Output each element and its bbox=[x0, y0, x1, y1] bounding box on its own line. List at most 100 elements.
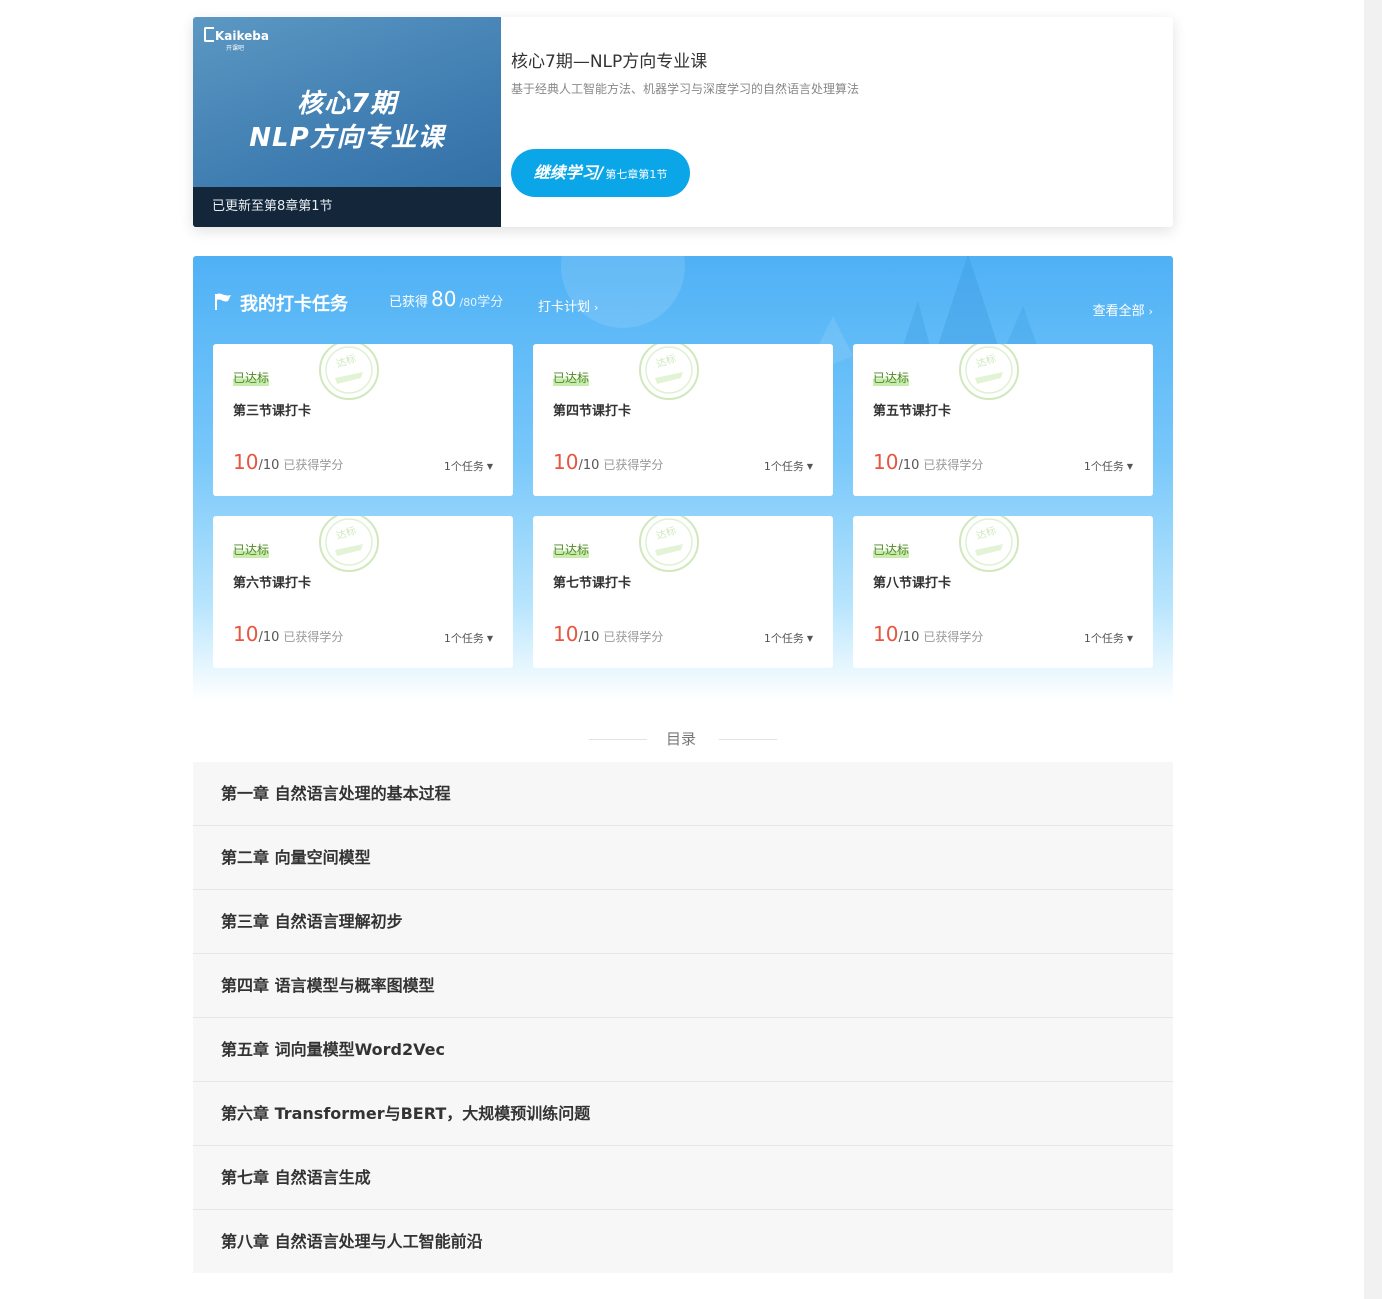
checkin-task-card[interactable]: 达标已达标第七节课打卡 10/10 已获得学分 1个任务 ▼ bbox=[533, 516, 833, 668]
checkin-task-card[interactable]: 达标已达标第八节课打卡 10/10 已获得学分 1个任务 ▼ bbox=[853, 516, 1153, 668]
caret-down-icon: ▼ bbox=[1126, 462, 1133, 471]
task-name: 第三节课打卡 bbox=[233, 404, 312, 419]
chapter-item[interactable]: 第五章 词向量模型Word2Vec bbox=[193, 1018, 1173, 1082]
task-score-total: /10 bbox=[578, 458, 600, 473]
checkin-task-card[interactable]: 达标已达标第六节课打卡 10/10 已获得学分 1个任务 ▼ bbox=[213, 516, 513, 668]
score-total: 80 bbox=[463, 296, 478, 309]
brand-k-icon bbox=[204, 27, 214, 42]
task-score-label: 已获得学分 bbox=[923, 458, 984, 472]
achieved-stamp-icon: 达标 bbox=[639, 344, 699, 400]
task-status-badge: 已达标 bbox=[553, 541, 590, 558]
task-name: 第六节课打卡 bbox=[233, 576, 312, 591]
task-score-earned: 10 bbox=[873, 450, 899, 474]
task-score: 10/10 已获得学分 bbox=[553, 450, 663, 474]
checkin-panel: 我的打卡任务 已获得 80/80学分 打卡计划 › 查看全部 › 达标 已达标 第三节课打… bbox=[193, 256, 1173, 700]
checkin-task-card[interactable]: 达标已达标第四节课打卡 10/10 已获得学分 1个任务 ▼ bbox=[533, 344, 833, 496]
toc-header: 目录 bbox=[0, 729, 1366, 749]
chapter-item[interactable]: 第七章 自然语言生成 bbox=[193, 1146, 1173, 1210]
task-score-earned: 10 bbox=[553, 450, 579, 474]
brand-sub: 开课吧 bbox=[226, 45, 245, 52]
caret-down-icon: ▼ bbox=[806, 462, 813, 471]
toc-divider-right bbox=[719, 739, 777, 740]
caret-down-icon: ▼ bbox=[806, 634, 813, 643]
achieved-stamp-icon: 达标 bbox=[959, 516, 1019, 572]
chapter-item[interactable]: 第四章 语言模型与概率图模型 bbox=[193, 954, 1173, 1018]
chapter-item[interactable]: 第六章 Transformer与BERT，大规模预训练问题 bbox=[193, 1082, 1173, 1146]
task-score: 10/10 已获得学分 bbox=[873, 622, 983, 646]
cover-title: 核心7期 NLP方向专业课 bbox=[193, 87, 501, 155]
chapter-item[interactable]: 第二章 向量空间模型 bbox=[193, 826, 1173, 890]
course-description: 基于经典人工智能方法、机器学习与深度学习的自然语言处理算法 bbox=[511, 82, 860, 96]
cover-title-line2: NLP方向专业课 bbox=[249, 123, 445, 153]
chapter-item[interactable]: 第八章 自然语言处理与人工智能前沿 bbox=[193, 1210, 1173, 1273]
task-status-badge: 已达标 bbox=[873, 369, 910, 386]
continue-label: 继续学习/ bbox=[533, 163, 604, 182]
brand-logo: Kaikeba 开课吧 bbox=[204, 27, 269, 55]
chapter-item[interactable]: 第一章 自然语言处理的基本过程 bbox=[193, 762, 1173, 826]
task-name: 第七节课打卡 bbox=[553, 576, 632, 591]
achieved-stamp-icon: 达标 bbox=[959, 344, 1019, 400]
task-count-dropdown[interactable]: 1个任务 ▼ bbox=[1084, 630, 1133, 646]
task-score: 10/10 已获得学分 bbox=[873, 450, 983, 474]
task-score-label: 已获得学分 bbox=[923, 630, 984, 644]
task-score: 10/10 已获得学分 bbox=[233, 450, 343, 474]
task-score-total: /10 bbox=[258, 630, 280, 645]
continue-progress: 第七章第1节 bbox=[605, 168, 668, 181]
stamp-text: 达标 bbox=[975, 525, 998, 543]
chevron-right-icon: › bbox=[594, 301, 599, 314]
checkin-title: 我的打卡任务 bbox=[240, 294, 348, 315]
task-name: 第八节课打卡 bbox=[873, 576, 952, 591]
task-score-earned: 10 bbox=[233, 450, 259, 474]
task-score-total: /10 bbox=[898, 630, 920, 645]
stamp-text: 达标 bbox=[335, 525, 358, 543]
task-score: 10/10 已获得学分 bbox=[553, 622, 663, 646]
caret-down-icon: ▼ bbox=[486, 462, 493, 471]
view-all-link[interactable]: 查看全部 › bbox=[1093, 300, 1153, 319]
task-count-dropdown[interactable]: 1个任务 ▼ bbox=[764, 458, 813, 474]
task-count-dropdown[interactable]: 1个任务 ▼ bbox=[444, 458, 493, 474]
update-status: 已更新至第8章第1节 bbox=[193, 187, 501, 227]
achieved-stamp-icon: 达标 bbox=[319, 516, 379, 572]
task-count-dropdown[interactable]: 1个任务 ▼ bbox=[764, 630, 813, 646]
task-status-badge: 已达标 bbox=[553, 369, 590, 386]
achieved-stamp-icon: 达标 bbox=[319, 344, 379, 400]
flag-icon bbox=[215, 293, 231, 310]
task-score-total: /10 bbox=[578, 630, 600, 645]
cover-title-line1: 核心7期 bbox=[296, 89, 398, 119]
task-name: 第四节课打卡 bbox=[553, 404, 632, 419]
task-score-earned: 10 bbox=[553, 622, 579, 646]
task-count-dropdown[interactable]: 1个任务 ▼ bbox=[1084, 458, 1133, 474]
stamp-text: 达标 bbox=[655, 353, 678, 371]
task-status-badge: 已达标 bbox=[233, 541, 270, 558]
checkin-task-card[interactable]: 达标 已达标 第五节课打卡 10/10 已获得学分 1个任务 ▼ bbox=[853, 344, 1153, 496]
task-score-earned: 10 bbox=[233, 622, 259, 646]
course-title: 核心7期—NLP方向专业课 bbox=[511, 52, 708, 72]
task-status-badge: 已达标 bbox=[873, 541, 910, 558]
task-count-dropdown[interactable]: 1个任务 ▼ bbox=[444, 630, 493, 646]
checkin-task-card[interactable]: 达标已达标第三节课打卡 10/10 已获得学分 1个任务 ▼ bbox=[213, 344, 513, 496]
checkin-plan-link[interactable]: 打卡计划 › bbox=[538, 296, 598, 315]
task-score: 10/10 已获得学分 bbox=[233, 622, 343, 646]
score-prefix: 已获得 bbox=[389, 295, 429, 310]
checkin-header: 我的打卡任务 已获得 80/80学分 打卡计划 › 查看全部 › bbox=[193, 286, 1173, 322]
task-status-badge: 已达标 bbox=[233, 369, 270, 386]
score-summary: 已获得 80/80学分 bbox=[389, 287, 503, 311]
page-scrollbar[interactable] bbox=[1364, 0, 1382, 1299]
course-cover[interactable]: Kaikeba 开课吧 核心7期 NLP方向专业课 已更新至第8章第1节 bbox=[193, 17, 501, 227]
task-score-earned: 10 bbox=[873, 622, 899, 646]
toc-divider-left bbox=[589, 739, 647, 740]
task-score-label: 已获得学分 bbox=[603, 630, 664, 644]
chapter-item[interactable]: 第三章 自然语言理解初步 bbox=[193, 890, 1173, 954]
task-score-total: /10 bbox=[258, 458, 280, 473]
chapter-list: 第一章 自然语言处理的基本过程 第二章 向量空间模型 第三章 自然语言理解初步 第四章… bbox=[193, 762, 1173, 1273]
task-score-label: 已获得学分 bbox=[283, 458, 344, 472]
chevron-right-icon: › bbox=[1148, 305, 1153, 318]
caret-down-icon: ▼ bbox=[486, 634, 493, 643]
continue-learning-button[interactable]: 继续学习/第七章第1节 bbox=[511, 149, 690, 197]
caret-down-icon: ▼ bbox=[1126, 634, 1133, 643]
stamp-text: 达标 bbox=[335, 353, 358, 371]
score-earned: 80 bbox=[431, 287, 457, 311]
stamp-text: 达标 bbox=[975, 353, 998, 371]
stamp-text: 达标 bbox=[655, 525, 678, 543]
course-card[interactable]: Kaikeba 开课吧 核心7期 NLP方向专业课 已更新至第8章第1节 核心7… bbox=[193, 17, 1173, 227]
